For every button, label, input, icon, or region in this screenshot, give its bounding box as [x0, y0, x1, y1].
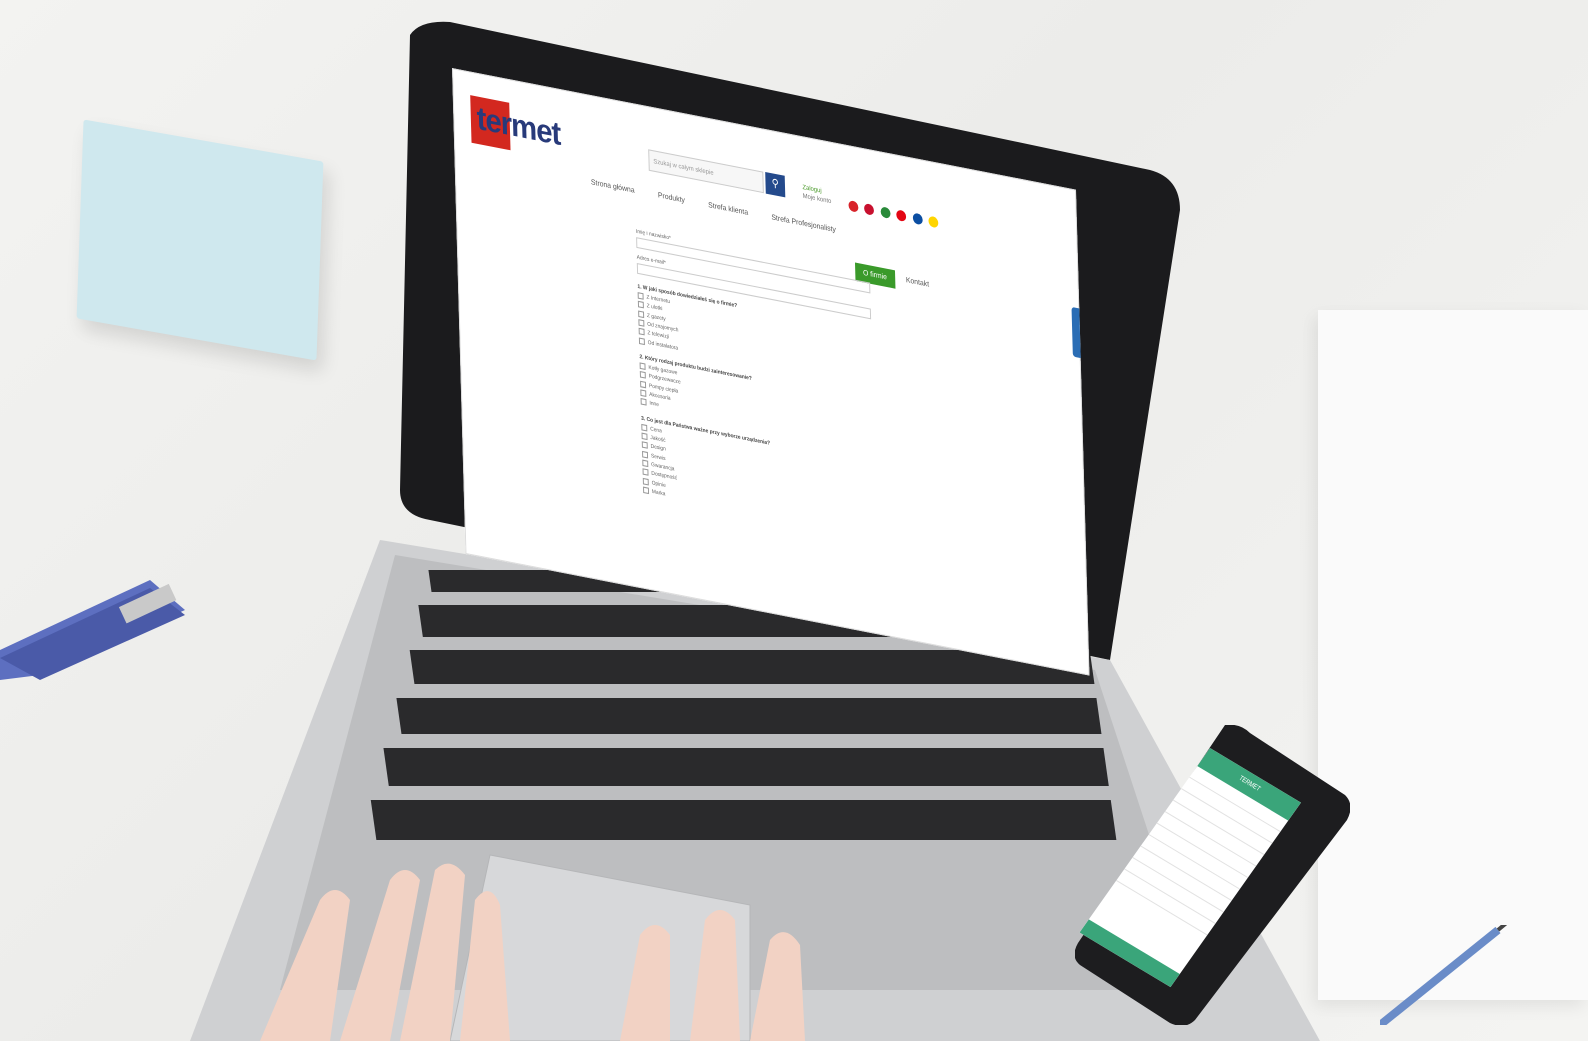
nav-item-contact[interactable]: Kontakt	[906, 277, 929, 289]
sticky-note-pad	[76, 119, 324, 361]
nav-item-home[interactable]: Strona główna	[591, 179, 635, 195]
flag-icon[interactable]	[928, 215, 939, 229]
survey-form: Imię i nazwisko* Adres e-mail* 1. W jaki…	[636, 222, 878, 539]
hands	[260, 863, 805, 1041]
notebook	[1318, 310, 1588, 1000]
flag-icon[interactable]	[912, 212, 923, 226]
flag-icon[interactable]	[896, 209, 907, 223]
nav-item-products[interactable]: Produkty	[658, 192, 685, 205]
pencil	[1380, 925, 1508, 1025]
search-input[interactable]: Szukaj w całym sklepie	[648, 149, 764, 194]
magnifier-icon: ⚲	[771, 177, 779, 191]
flag-icon[interactable]	[864, 203, 875, 216]
stapler	[0, 580, 185, 680]
flag-icon[interactable]	[848, 200, 859, 213]
nav-item-client[interactable]: Strefa klienta	[708, 202, 748, 217]
language-flags	[848, 197, 940, 234]
flag-icon[interactable]	[880, 206, 891, 219]
nav-item-professional[interactable]: Strefa Profesjonalisty	[771, 214, 836, 234]
search-button[interactable]: ⚲	[765, 172, 786, 198]
login-link[interactable]: Zaloguj Moje konto	[802, 184, 831, 207]
